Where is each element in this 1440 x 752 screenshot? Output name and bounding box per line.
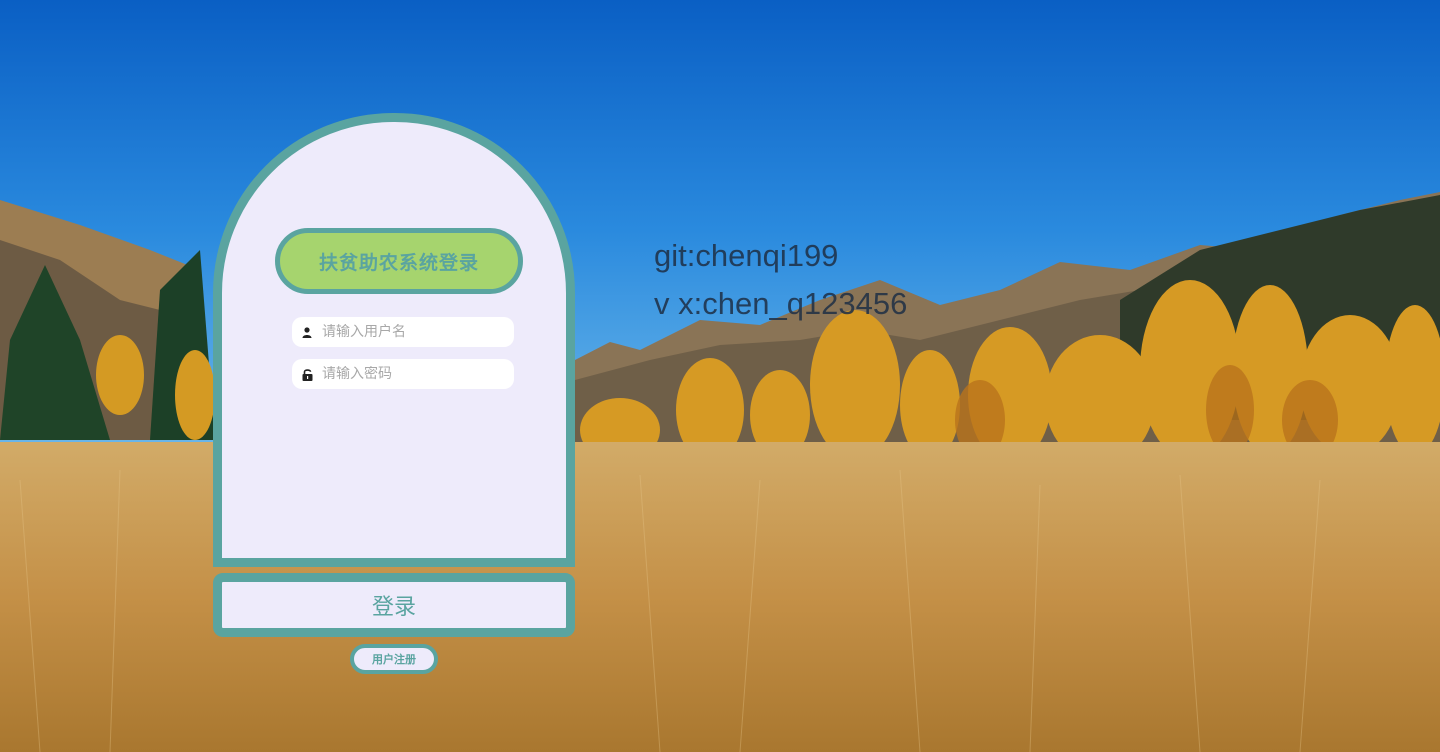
- password-field[interactable]: [292, 359, 514, 389]
- login-button[interactable]: 登录: [213, 573, 575, 637]
- username-input[interactable]: [322, 324, 502, 340]
- login-title: 扶贫助农系统登录: [275, 228, 523, 294]
- login-card: 扶贫助农系统登录: [213, 113, 575, 567]
- contact-wechat: v x:chen_q123456: [654, 286, 908, 321]
- contact-info: git:chenqi199 v x:chen_q123456: [654, 232, 907, 328]
- user-icon: [300, 325, 314, 339]
- contact-git: git:chenqi199: [654, 238, 839, 273]
- username-field[interactable]: [292, 317, 514, 347]
- password-input[interactable]: [322, 366, 502, 382]
- lock-icon: [300, 367, 314, 381]
- register-button[interactable]: 用户注册: [350, 644, 438, 674]
